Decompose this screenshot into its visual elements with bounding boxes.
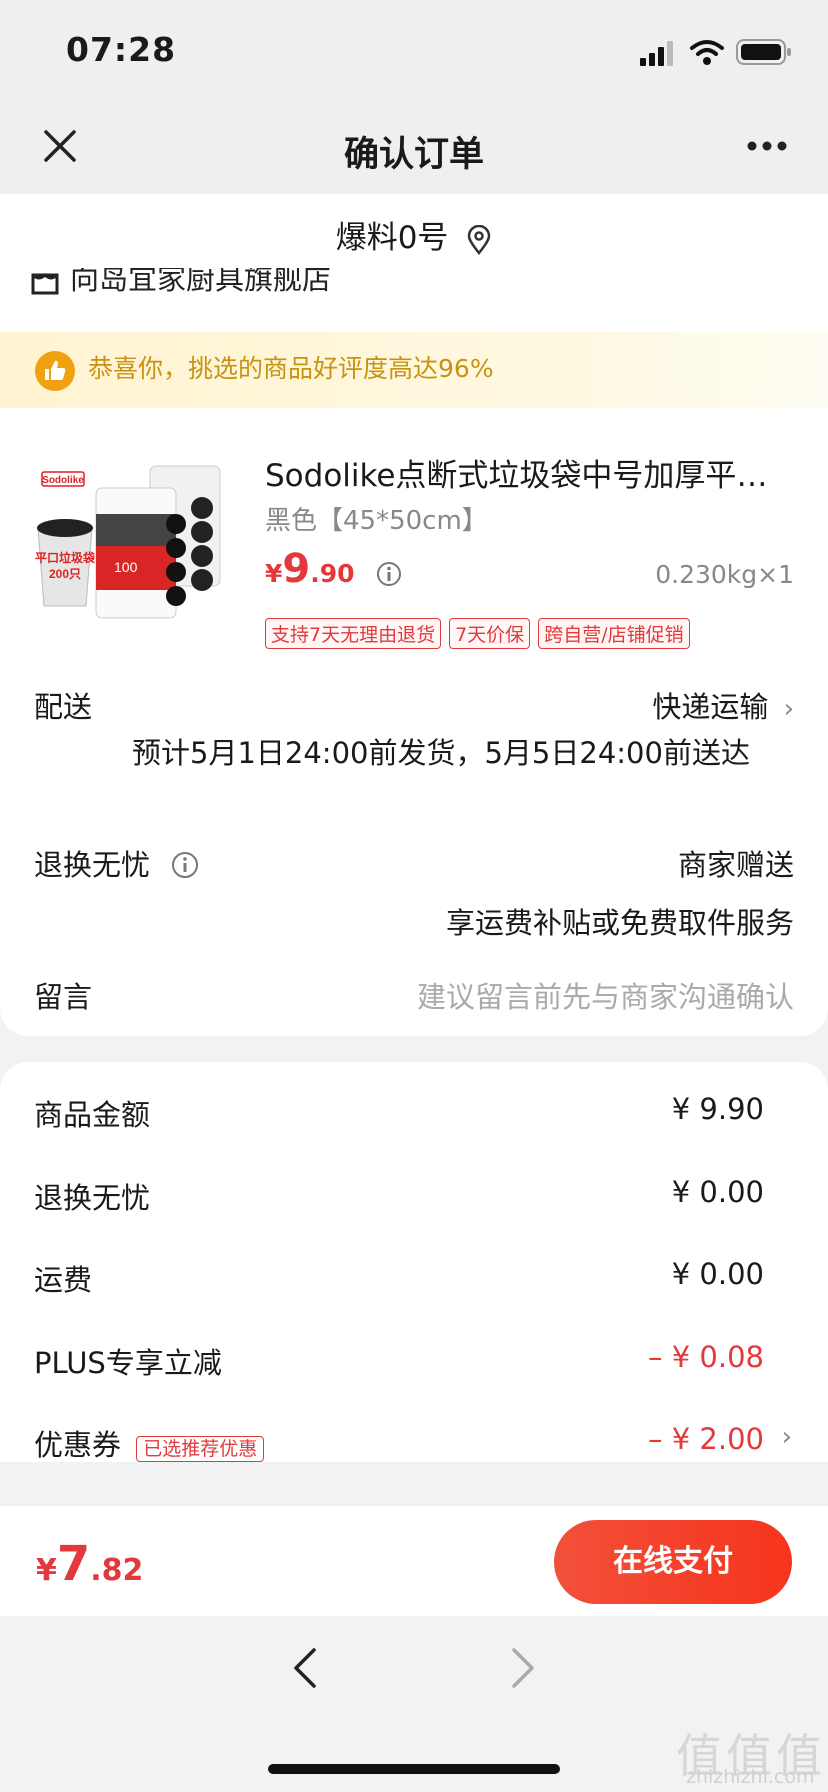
fee-value: ¥ 0.00	[671, 1175, 764, 1209]
total-integer: 7	[56, 1536, 91, 1592]
returns-detail: 享运费补贴或免费取件服务	[445, 906, 794, 940]
price-info-icon[interactable]	[376, 561, 402, 587]
shop-row[interactable]: 向岛宜家厨具旗舰店	[30, 268, 331, 298]
fee-row: PLUS专享立减 – ¥ 0.08	[34, 1340, 794, 1380]
delivery-method-text: 快递运输	[652, 690, 769, 724]
status-time: 07:28	[66, 30, 177, 69]
coupon-row[interactable]: 优惠券 已选推荐优惠 – ¥ 2.00 ›	[34, 1422, 794, 1462]
order-card: 向岛宜家厨具旗舰店 恭喜你，挑选的商品好评度高达96% Sodolike 平口垃…	[0, 268, 828, 1036]
fee-label: 退换无忧	[34, 1181, 151, 1215]
product-weight: 0.230kg×1	[655, 560, 794, 589]
total-currency: ¥	[36, 1553, 57, 1588]
rating-banner-text: 恭喜你，挑选的商品好评度高达96%	[88, 354, 494, 383]
shop-icon	[31, 272, 59, 295]
home-indicator[interactable]	[268, 1764, 560, 1774]
forward-arrow-icon[interactable]	[508, 1646, 538, 1690]
fee-label: 运费	[34, 1263, 93, 1297]
service-tag: 支持7天无理由退货	[265, 618, 442, 649]
coupon-row-label: 优惠券 已选推荐优惠	[34, 1422, 265, 1464]
package-label-line2: 200只	[49, 567, 81, 581]
address-bar[interactable]: 爆料0号	[0, 194, 828, 274]
fee-row: 运费 ¥ 0.00	[34, 1257, 794, 1297]
delivery-label: 配送	[34, 690, 93, 724]
fee-label: PLUS专享立减	[34, 1346, 222, 1380]
rating-banner: 恭喜你，挑选的商品好评度高达96%	[0, 332, 828, 408]
product-price: ¥9.90	[265, 546, 402, 592]
price-currency: ¥	[265, 559, 283, 588]
battery-icon	[736, 39, 791, 65]
nav-bar: 确认订单	[0, 108, 828, 194]
browser-nav-bar: 值值值 zhizhizhi.com	[0, 1616, 828, 1792]
fee-value: – ¥ 2.00	[648, 1422, 764, 1456]
service-tag: 跨自营/店铺促销	[538, 618, 690, 649]
product-brand-logo: Sodolike	[42, 475, 84, 486]
chevron-right-icon: ›	[783, 694, 794, 724]
total-decimal: .82	[90, 1553, 144, 1588]
back-arrow-icon[interactable]	[290, 1646, 320, 1690]
delivery-estimate: 预计5月1日24:00前发货，5月5日24:00前送达	[132, 736, 750, 770]
returns-label: 退换无忧	[34, 848, 151, 882]
fee-row: 商品金额 ¥ 9.90	[34, 1092, 794, 1132]
checkout-bar: ¥7.82 在线支付	[0, 1506, 828, 1616]
fee-label: 优惠券	[34, 1428, 122, 1462]
pay-online-button[interactable]: 在线支付	[554, 1520, 792, 1604]
service-tag: 7天价保	[449, 618, 531, 649]
fee-value: – ¥ 0.08	[648, 1340, 764, 1374]
price-decimal: .90	[310, 559, 355, 588]
chevron-right-icon: ›	[781, 1422, 792, 1452]
cellular-signal-icon	[640, 41, 673, 66]
returns-value: 商家赠送	[677, 848, 794, 882]
shop-name: 向岛宜家厨具旗舰店	[70, 268, 332, 296]
more-options-icon[interactable]	[746, 140, 788, 152]
product-spec: 黑色【45*50cm】	[265, 506, 488, 536]
status-bar: 07:28	[0, 0, 828, 108]
returns-info-icon[interactable]	[171, 851, 199, 879]
address-name: 爆料0号	[335, 220, 449, 256]
delivery-method[interactable]: 快递运输 ›	[520, 684, 794, 726]
fee-row: 退换无忧 ¥ 0.00	[34, 1175, 794, 1215]
thumbs-up-icon	[35, 351, 75, 391]
fee-value: ¥ 0.00	[671, 1257, 764, 1291]
package-count: 100	[114, 559, 138, 575]
returns-row: 退换无忧	[34, 842, 199, 884]
fee-label: 商品金额	[34, 1098, 151, 1132]
package-label-line1: 平口垃圾袋	[35, 550, 96, 565]
watermark-site: zhizhizhi.com	[686, 1766, 815, 1788]
price-integer: 9	[282, 546, 311, 592]
message-label: 留言	[34, 980, 93, 1014]
coupon-badge: 已选推荐优惠	[136, 1435, 265, 1462]
product-image[interactable]: Sodolike 平口垃圾袋 200只 100	[30, 446, 242, 658]
location-pin-icon	[468, 224, 491, 255]
fee-value: ¥ 9.90	[671, 1092, 764, 1126]
message-input[interactable]: 建议留言前先与商家沟通确认	[300, 974, 794, 1016]
wifi-icon	[690, 40, 724, 65]
page-title: 确认订单	[343, 135, 484, 175]
total-price: ¥7.82	[36, 1536, 143, 1592]
product-image-graphic: Sodolike 平口垃圾袋 200只 100	[35, 465, 221, 619]
fee-summary-card: 商品金额 ¥ 9.90 退换无忧 ¥ 0.00 运费 ¥ 0.00 PLUS专享…	[0, 1062, 828, 1462]
service-tags: 支持7天无理由退货 7天价保 跨自营/店铺促销	[265, 618, 690, 649]
product-title[interactable]: Sodolike点断式垃圾袋中号加厚平口…	[265, 450, 795, 495]
